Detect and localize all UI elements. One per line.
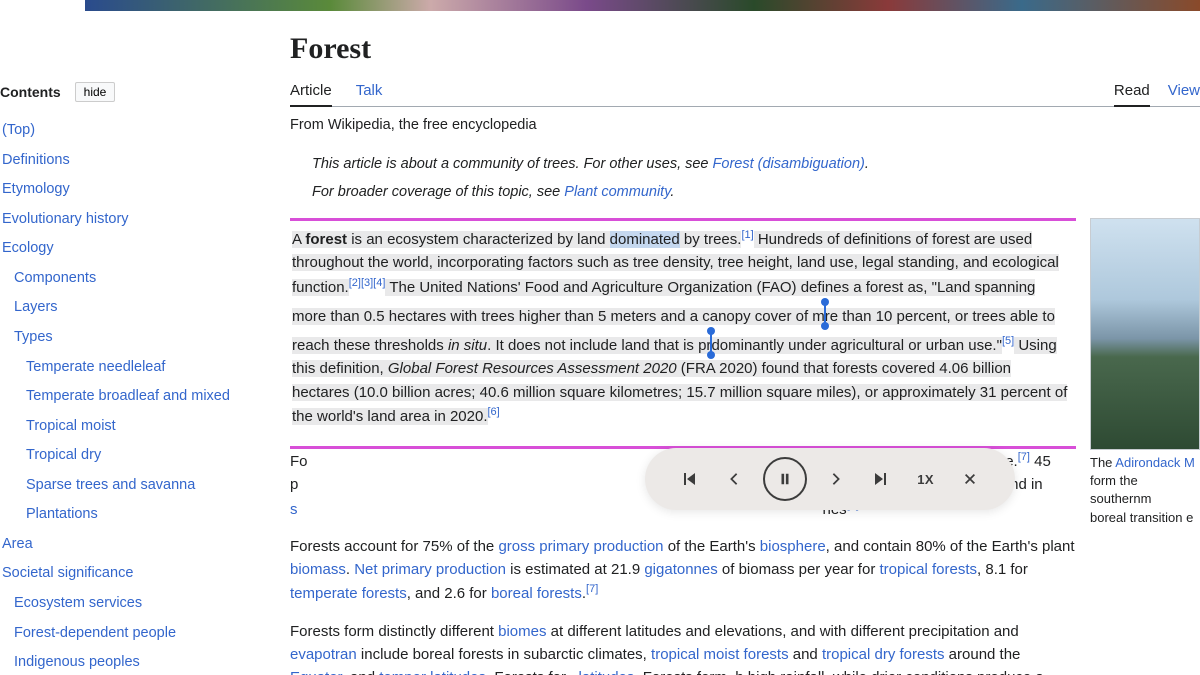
skip-forward-button[interactable] (865, 463, 897, 495)
ref-link[interactable]: [1] (741, 229, 753, 241)
tab-talk[interactable]: Talk (356, 76, 383, 106)
link[interactable]: tropical moist forests (651, 646, 789, 663)
toc-title: Contents (0, 84, 61, 100)
link[interactable]: biomes (498, 623, 546, 640)
read-aloud-highlight-box: A forest is an ecosystem characterized b… (290, 218, 1076, 449)
link[interactable]: s (290, 501, 298, 518)
link[interactable]: tropical forests (879, 561, 977, 578)
page-title: Forest (290, 32, 1200, 66)
ref-link[interactable]: [7] (1018, 451, 1030, 463)
pause-button[interactable] (763, 457, 807, 501)
link[interactable]: Equator (290, 669, 342, 675)
link[interactable]: tropical dry forests (822, 646, 945, 663)
link[interactable]: Net primary production (354, 561, 506, 578)
link[interactable]: biomass (290, 561, 346, 578)
lead-paragraph: A forest is an ecosystem characterized b… (292, 227, 1068, 428)
toc-link[interactable]: Ecosystem services (14, 595, 142, 611)
toc-link[interactable]: Temperate broadleaf and mixed (26, 388, 230, 404)
link[interactable]: gross primary production (498, 538, 663, 555)
tab-view[interactable]: View (1168, 76, 1200, 106)
thumbnail-image[interactable] (1090, 218, 1200, 450)
toc-link[interactable]: Evolutionary history (2, 211, 129, 227)
link[interactable]: temper (379, 669, 426, 675)
next-button[interactable] (820, 463, 852, 495)
link[interactable]: Adirondack M (1115, 455, 1194, 470)
link[interactable]: gigatonnes (644, 561, 717, 578)
link[interactable]: evapotran (290, 646, 357, 663)
toc-link[interactable]: Types (14, 329, 53, 345)
ref-link[interactable]: [7] (586, 583, 598, 595)
skip-forward-icon (873, 471, 889, 487)
toc-link[interactable]: Plantations (26, 506, 98, 522)
hatnote-link[interactable]: Plant community (564, 184, 670, 200)
toc-link[interactable]: Tropical moist (26, 418, 116, 434)
toc-link[interactable]: Etymology (2, 181, 70, 197)
link[interactable]: biosphere (760, 538, 826, 555)
selected-word: dominated (610, 231, 680, 248)
toc-nav: (Top) Definitions Etymology Evolutionary… (0, 116, 290, 675)
toc-link[interactable]: Ecology (2, 240, 54, 256)
paragraph: Forests account for 75% of the gross pri… (290, 535, 1076, 606)
tab-article[interactable]: Article (290, 76, 332, 106)
article-main: Forest Article Talk Read View From Wikip… (290, 0, 1200, 675)
close-icon (963, 472, 977, 486)
prev-button[interactable] (718, 463, 750, 495)
speed-button[interactable]: 1X (910, 463, 942, 495)
toc-link[interactable]: Temperate needleleaf (26, 359, 165, 375)
toc-link[interactable]: (Top) (2, 122, 35, 138)
toc-link[interactable]: Definitions (2, 152, 70, 168)
skip-back-button[interactable] (673, 463, 705, 495)
hatnote-text: This article is about a community of tre… (312, 156, 713, 172)
ref-link[interactable]: [2][3][4] (349, 277, 386, 289)
link[interactable]: latitudes (430, 669, 486, 675)
toc-link[interactable]: Forest-dependent people (14, 625, 176, 641)
close-button[interactable] (954, 463, 986, 495)
link[interactable]: latitudes (579, 669, 635, 675)
pause-icon (778, 472, 792, 486)
read-aloud-player: 1X (645, 448, 1015, 510)
page-tabs: Article Talk Read View (290, 76, 1200, 107)
toc-link[interactable]: Societal significance (2, 565, 133, 581)
tab-read[interactable]: Read (1114, 76, 1150, 106)
ref-link[interactable]: [6] (488, 406, 500, 418)
toc-sidebar: Contents hide (Top) Definitions Etymolog… (0, 0, 290, 675)
toc-link[interactable]: Components (14, 270, 96, 286)
ref-link[interactable]: [5] (1002, 335, 1014, 347)
hatnotes: This article is about a community of tre… (290, 151, 1200, 206)
hatnote-text: For broader coverage of this topic, see (312, 184, 564, 200)
toc-link[interactable]: Indigenous peoples (14, 654, 140, 670)
image-caption: The Adirondack M form the southernm bore… (1090, 450, 1200, 527)
link[interactable]: boreal forests (491, 585, 582, 602)
chevron-left-icon (727, 472, 741, 486)
chevron-right-icon (829, 472, 843, 486)
toc-hide-button[interactable]: hide (75, 82, 116, 102)
paragraph: Forests form distinctly different biomes… (290, 620, 1076, 675)
hatnote-link[interactable]: Forest (disambiguation) (713, 156, 865, 172)
skip-back-icon (681, 471, 697, 487)
subtitle: From Wikipedia, the free encyclopedia (290, 117, 1200, 133)
text-cursor (710, 332, 712, 354)
text-cursor (824, 303, 826, 325)
link[interactable]: temperate forests (290, 585, 407, 602)
infobox-image: The Adirondack M form the southernm bore… (1090, 218, 1200, 675)
toc-link[interactable]: Area (2, 536, 33, 552)
toc-link[interactable]: Layers (14, 299, 58, 315)
toc-link[interactable]: Tropical dry (26, 447, 101, 463)
toc-link[interactable]: Sparse trees and savanna (26, 477, 195, 493)
article-body: A forest is an ecosystem characterized b… (290, 218, 1076, 675)
